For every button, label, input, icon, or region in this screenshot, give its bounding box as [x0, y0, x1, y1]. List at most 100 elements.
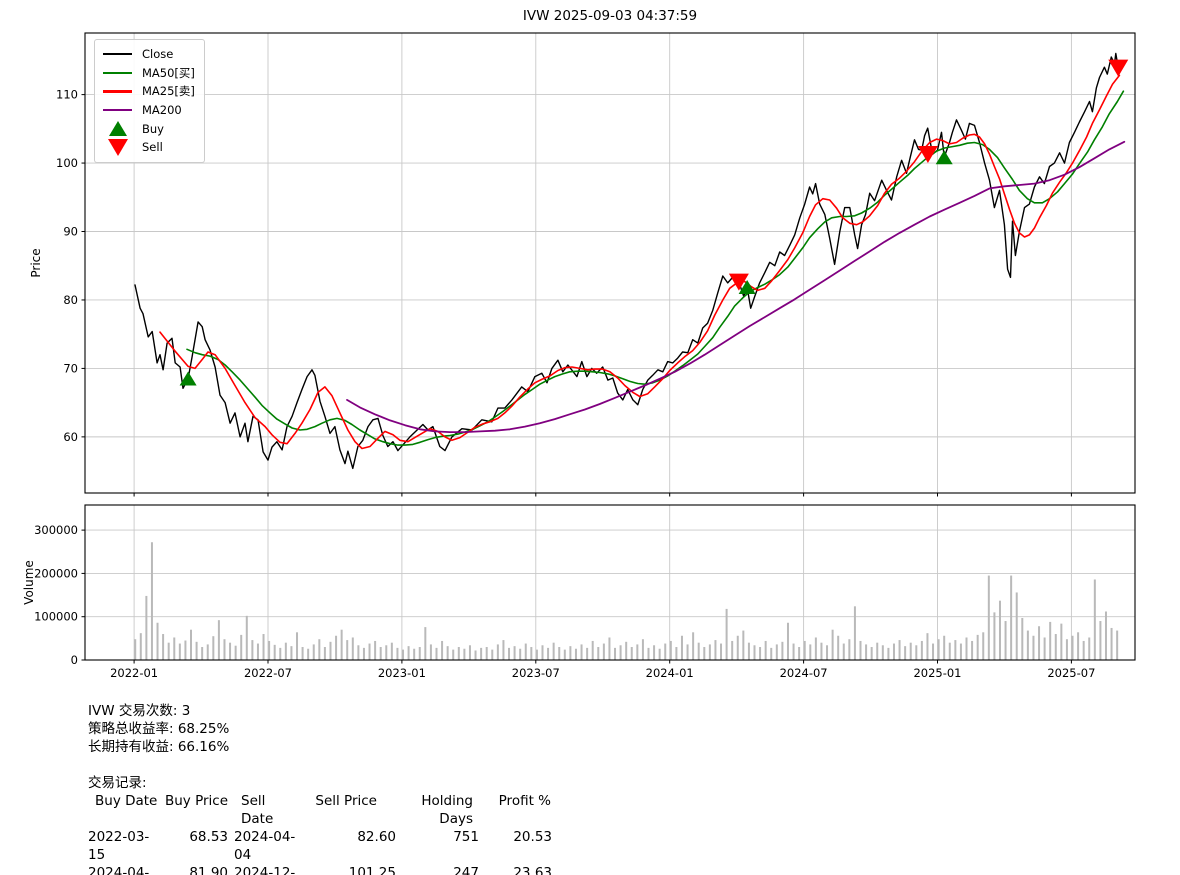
volume-bar — [592, 641, 594, 660]
volume-bar — [977, 635, 979, 660]
price-ytick-label: 90 — [63, 225, 78, 239]
volume-bar — [642, 639, 644, 660]
volume-bar — [938, 639, 940, 660]
volume-bar — [893, 644, 895, 660]
legend-label: MA25[卖] — [142, 83, 195, 99]
volume-bar — [837, 636, 839, 660]
volume-bar — [452, 650, 454, 660]
volume-bar — [865, 644, 867, 660]
volume-bar — [1060, 624, 1062, 660]
xtick-label: 2024-01 — [646, 666, 694, 680]
volume-bar — [586, 648, 588, 660]
line-sample-icon — [103, 109, 132, 111]
volume-bar — [341, 630, 343, 660]
table-row-cell: 23.63 — [479, 864, 552, 875]
volume-bar — [670, 641, 672, 660]
volume-bar — [235, 646, 237, 660]
table-row-cell: 82.60 — [300, 828, 396, 864]
volume-bar — [765, 641, 767, 660]
volume-bar — [1021, 618, 1023, 660]
volume-bar — [793, 644, 795, 660]
volume-bar — [636, 644, 638, 660]
volume-bar — [620, 645, 622, 660]
volume-bar — [597, 647, 599, 660]
volume-bar — [514, 646, 516, 660]
volume-bar — [960, 644, 962, 660]
legend-item-ma200: MA200 — [103, 101, 195, 120]
volume-bar — [374, 641, 376, 660]
xtick-label: 2025-07 — [1047, 666, 1095, 680]
volume-bar — [581, 644, 583, 660]
volume-bar — [324, 647, 326, 660]
xtick-label: 2024-07 — [780, 666, 828, 680]
volume-bar — [1032, 636, 1034, 660]
volume-bar — [776, 644, 778, 660]
volume-bar — [988, 576, 990, 660]
volume-bar — [391, 643, 393, 660]
table-header-cell: Buy Price — [158, 792, 228, 828]
buy-triangle-icon — [109, 121, 127, 136]
legend-label: Close — [142, 47, 173, 61]
xtick-label: 2022-07 — [244, 666, 292, 680]
line-sample-icon — [103, 72, 132, 74]
legend-item-buy: Buy — [103, 119, 195, 138]
volume-bar — [887, 648, 889, 660]
table-row-cell: 751 — [396, 828, 479, 864]
volume-bar — [720, 644, 722, 660]
table-row-cell: 20.53 — [479, 828, 552, 864]
volume-bar — [469, 645, 471, 660]
volume-bar — [999, 601, 1001, 660]
volume-bar — [279, 648, 281, 660]
series-close — [135, 54, 1118, 469]
volume-bar — [145, 596, 147, 660]
volume-bar — [396, 648, 398, 660]
series-ma50 — [187, 91, 1123, 445]
volume-bar — [910, 643, 912, 660]
volume-bar — [770, 648, 772, 660]
volume-bar — [1027, 631, 1029, 660]
volume-bar — [218, 620, 220, 660]
volume-bar — [369, 644, 371, 660]
volume-ytick-label: 200000 — [34, 566, 78, 580]
volume-bar — [419, 647, 421, 660]
xtick-label: 2023-07 — [512, 666, 560, 680]
volume-bar — [932, 644, 934, 660]
price-ytick-label: 70 — [63, 361, 78, 375]
volume-bar — [692, 632, 694, 660]
volume-bar — [954, 640, 956, 660]
legend-label: Sell — [142, 140, 163, 154]
volume-bar — [263, 634, 265, 660]
volume-bar — [681, 636, 683, 660]
legend-label: MA50[买] — [142, 65, 195, 81]
volume-bar — [190, 630, 192, 660]
xtick-label: 2022-01 — [110, 666, 158, 680]
sell-triangle-icon — [108, 139, 128, 156]
volume-bar — [290, 646, 292, 660]
volume-bar — [251, 640, 253, 660]
volume-bar — [876, 643, 878, 660]
volume-bar — [1072, 636, 1074, 660]
volume-bar — [575, 649, 577, 660]
volume-bar — [860, 641, 862, 660]
volume-bar — [1016, 592, 1018, 660]
table-header-cell: Holding Days — [396, 792, 479, 828]
volume-bar — [631, 647, 633, 660]
legend: Close MA50[买] MA25[卖] MA200Buy Sell — [94, 39, 205, 163]
volume-bar — [447, 646, 449, 660]
sell-marker — [918, 146, 938, 163]
volume-bar — [547, 648, 549, 660]
volume-bar — [949, 643, 951, 660]
price-panel-border — [85, 33, 1135, 493]
volume-bar — [536, 650, 538, 660]
table-header-cell: Profit % — [479, 792, 552, 828]
sell-marker — [1108, 60, 1128, 77]
volume-bar — [832, 630, 834, 660]
table-row-cell: 101.25 — [300, 864, 396, 875]
volume-bar — [1005, 621, 1007, 660]
volume-bar — [212, 636, 214, 660]
volume-bar — [329, 642, 331, 660]
volume-bar — [475, 650, 477, 660]
volume-bar — [826, 645, 828, 660]
volume-bar — [268, 641, 270, 660]
volume-bar — [162, 634, 164, 660]
